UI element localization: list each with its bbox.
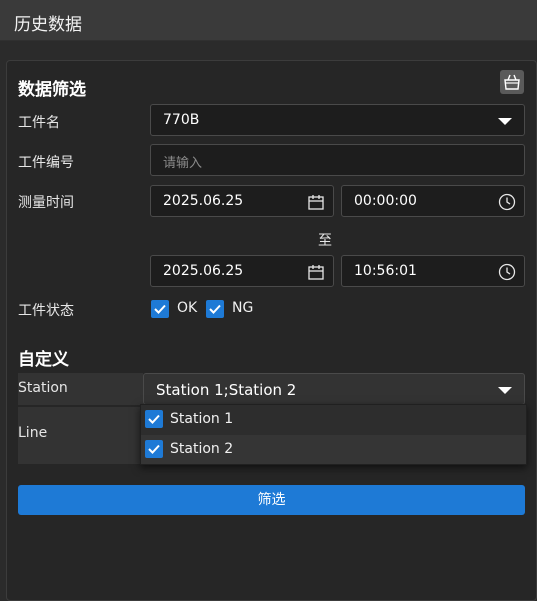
end-date-value: 2025.06.25	[163, 263, 244, 279]
end-time-value: 10:56:01	[354, 263, 417, 279]
filter-section-title: 数据筛选	[18, 80, 86, 100]
measure-time-label: 测量时间	[18, 195, 74, 211]
status-label: 工件状态	[18, 303, 74, 319]
checkmark-icon	[209, 304, 221, 314]
station-label: Station	[18, 380, 68, 396]
window-title: 历史数据	[14, 15, 82, 35]
start-date-value: 2025.06.25	[163, 193, 244, 209]
station-option[interactable]: Station 1	[141, 405, 526, 434]
checkmark-icon	[148, 444, 160, 454]
calendar-icon	[308, 195, 324, 210]
workpiece-name-value: 770B	[163, 112, 200, 128]
clock-icon	[498, 193, 516, 211]
station-1-checkbox[interactable]	[145, 410, 163, 428]
end-date-picker[interactable]: 2025.06.25	[150, 255, 334, 287]
line-label: Line	[18, 425, 48, 441]
calendar-icon	[308, 265, 324, 280]
basket-icon	[504, 74, 520, 90]
workpiece-number-placeholder: 请输入	[163, 156, 203, 171]
status-ng-label: NG	[232, 300, 254, 316]
chevron-down-icon	[498, 118, 512, 125]
workpiece-number-label: 工件编号	[18, 155, 74, 171]
status-ok-checkbox[interactable]	[151, 300, 169, 318]
status-ok-label: OK	[177, 300, 198, 316]
start-time-picker[interactable]: 00:00:00	[341, 185, 525, 217]
title-bar: 历史数据	[0, 0, 537, 41]
workpiece-number-input[interactable]: 请输入	[150, 144, 525, 176]
checkmark-icon	[154, 304, 166, 314]
chevron-down-icon	[498, 387, 512, 394]
station-select[interactable]: Station 1;Station 2	[143, 373, 525, 405]
station-2-label: Station 2	[170, 441, 234, 457]
clock-icon	[498, 263, 516, 281]
checkmark-icon	[148, 414, 160, 424]
clear-filter-button[interactable]	[500, 70, 524, 94]
station-1-label: Station 1	[170, 411, 234, 427]
station-value: Station 1;Station 2	[156, 381, 297, 399]
station-dropdown: Station 1 Station 2	[140, 404, 527, 465]
start-time-value: 00:00:00	[354, 193, 417, 209]
start-date-picker[interactable]: 2025.06.25	[150, 185, 334, 217]
filter-panel	[6, 60, 537, 601]
workpiece-name-select[interactable]: 770B	[150, 104, 525, 136]
station-option[interactable]: Station 2	[141, 435, 526, 464]
workpiece-name-label: 工件名	[18, 115, 60, 131]
station-2-checkbox[interactable]	[145, 440, 163, 458]
filter-button[interactable]: 筛选	[18, 485, 525, 515]
custom-section-title: 自定义	[18, 350, 69, 370]
status-ng-checkbox[interactable]	[206, 300, 224, 318]
end-time-picker[interactable]: 10:56:01	[341, 255, 525, 287]
time-range-separator: 至	[318, 233, 332, 249]
